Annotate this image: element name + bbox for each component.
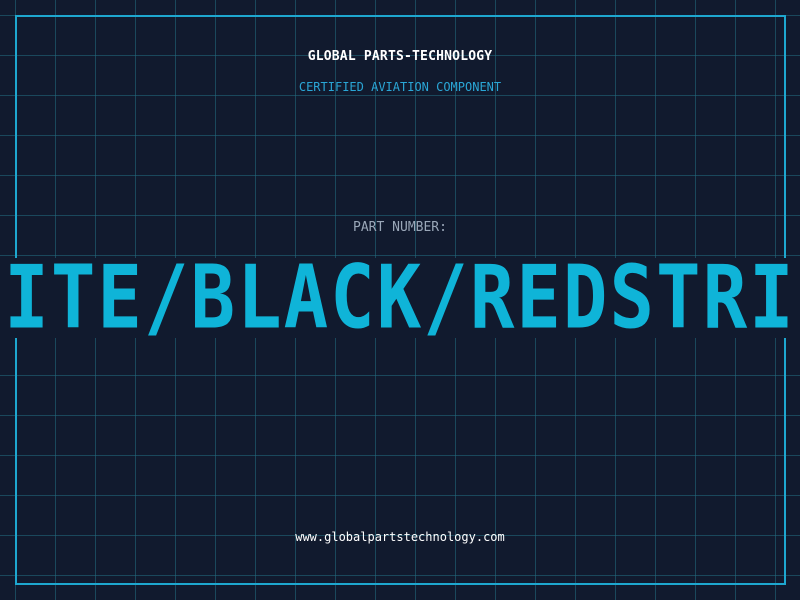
part-number-value: WHITE/BLACK/REDSTRIPE (0, 258, 800, 338)
part-number-band: WHITE/BLACK/REDSTRIPE (0, 258, 800, 338)
certification-text: CERTIFIED AVIATION COMPONENT (298, 80, 502, 94)
part-number-label: PART NUMBER: (353, 220, 447, 235)
company-name: GLOBAL PARTS-TECHNOLOGY (307, 49, 493, 64)
website-link[interactable]: www.globalpartstechnology.com (0, 530, 800, 544)
